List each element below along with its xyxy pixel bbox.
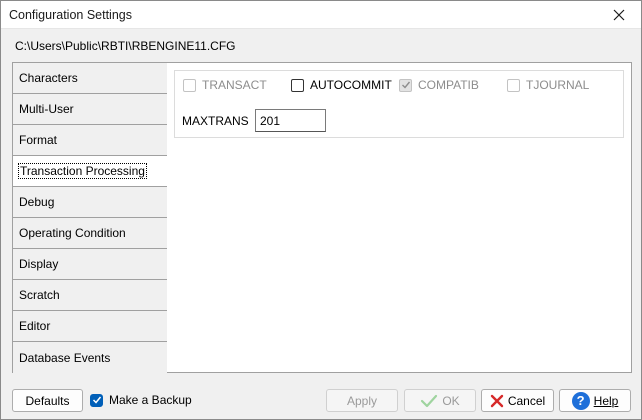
transact-label: TRANSACT <box>202 78 267 92</box>
help-button-label: Help <box>593 393 619 408</box>
config-file-path: C:\Users\Public\RBTI\RBENGINE11.CFG <box>15 39 236 53</box>
tab-display[interactable]: Display <box>13 249 167 280</box>
tab-characters[interactable]: Characters <box>13 63 167 94</box>
ok-button[interactable]: OK <box>404 389 476 412</box>
ok-button-label: OK <box>442 393 460 408</box>
make-backup-checkbox-box <box>90 393 103 407</box>
close-icon <box>613 9 625 21</box>
defaults-button[interactable]: Defaults <box>12 389 83 412</box>
tab-operating-condition[interactable]: Operating Condition <box>13 218 167 249</box>
title-bar: Configuration Settings <box>1 1 641 29</box>
configuration-settings-dialog: Configuration Settings C:\Users\Public\R… <box>0 0 642 420</box>
apply-button[interactable]: Apply <box>326 389 398 412</box>
tjournal-checkbox[interactable]: TJOURNAL <box>507 78 589 92</box>
tab-editor[interactable]: Editor <box>13 311 167 342</box>
tab-format[interactable]: Format <box>13 125 167 156</box>
make-backup-checkbox[interactable]: Make a Backup <box>90 393 192 407</box>
autocommit-checkbox-box <box>291 78 304 92</box>
maxtrans-label: MAXTRANS <box>182 114 249 128</box>
window-title: Configuration Settings <box>9 8 132 22</box>
settings-tab-list: Characters Multi-User Format Transaction… <box>12 62 168 373</box>
ok-check-icon <box>421 394 438 407</box>
cancel-button-label: Cancel <box>507 393 546 408</box>
compatib-checkbox-box <box>399 78 412 92</box>
checkmark-icon <box>401 81 410 89</box>
transaction-options-group: TRANSACT AUTOCOMMIT COMPATIB TJOURNAL MA… <box>174 70 624 138</box>
tab-scratch[interactable]: Scratch <box>13 280 167 311</box>
tab-database-events[interactable]: Database Events <box>13 342 167 373</box>
transaction-processing-panel: TRANSACT AUTOCOMMIT COMPATIB TJOURNAL MA… <box>167 62 632 373</box>
tab-multi-user[interactable]: Multi-User <box>13 94 167 125</box>
apply-button-label: Apply <box>346 393 378 408</box>
help-button[interactable]: ? Help <box>559 389 631 412</box>
checkmark-icon <box>92 396 101 404</box>
make-backup-label: Make a Backup <box>109 393 192 407</box>
tjournal-label: TJOURNAL <box>526 78 590 92</box>
defaults-button-label: Defaults <box>25 393 70 408</box>
close-button[interactable] <box>597 1 641 29</box>
compatib-label: COMPATIB <box>418 78 479 92</box>
autocommit-checkbox[interactable]: AUTOCOMMIT <box>291 78 392 92</box>
cancel-button[interactable]: Cancel <box>481 389 554 412</box>
transact-checkbox-box <box>183 78 196 92</box>
tjournal-checkbox-box <box>507 78 520 92</box>
cancel-x-icon <box>490 394 504 407</box>
autocommit-label: AUTOCOMMIT <box>310 78 392 92</box>
maxtrans-input[interactable] <box>255 109 326 132</box>
compatib-checkbox[interactable]: COMPATIB <box>399 78 479 92</box>
help-icon: ? <box>571 391 590 410</box>
transact-checkbox[interactable]: TRANSACT <box>183 78 267 92</box>
tab-transaction-processing[interactable]: Transaction Processing <box>13 156 168 187</box>
tab-debug[interactable]: Debug <box>13 187 167 218</box>
